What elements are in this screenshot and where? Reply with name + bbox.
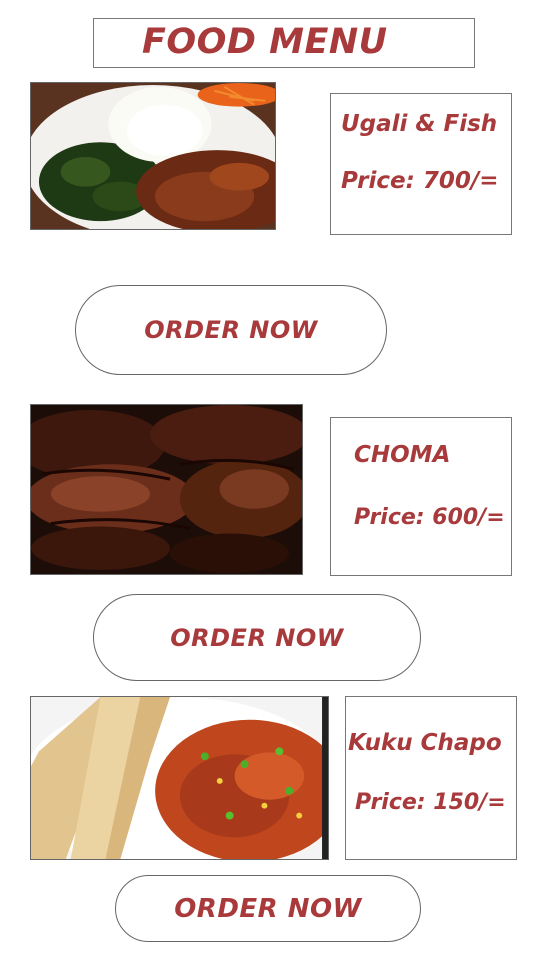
order-now-button-kuku-chapo[interactable]: ORDER NOW <box>115 875 421 942</box>
menu-item-name: Kuku Chapo <box>348 730 502 756</box>
menu-item-info-ugali-fish: Ugali & Fish Price: 700/= <box>330 93 512 235</box>
kuku-chapo-photo <box>30 696 329 860</box>
order-now-button-ugali-fish[interactable]: ORDER NOW <box>75 285 387 375</box>
menu-item-price: Price: 700/= <box>341 168 499 194</box>
menu-item-name: CHOMA <box>354 442 451 468</box>
menu-item-price: Price: 150/= <box>355 790 506 815</box>
nyama-choma-photo <box>30 404 303 575</box>
menu-item-name: Ugali & Fish <box>341 111 498 137</box>
menu-title-box: FOOD MENU <box>93 18 475 68</box>
ugali-fish-photo <box>30 82 276 230</box>
order-now-button-choma[interactable]: ORDER NOW <box>93 594 421 681</box>
page-title: FOOD MENU <box>142 22 388 62</box>
menu-item-price: Price: 600/= <box>354 505 505 530</box>
menu-item-info-choma: CHOMA Price: 600/= <box>330 417 512 576</box>
menu-item-info-kuku-chapo: Kuku Chapo Price: 150/= <box>345 696 517 860</box>
